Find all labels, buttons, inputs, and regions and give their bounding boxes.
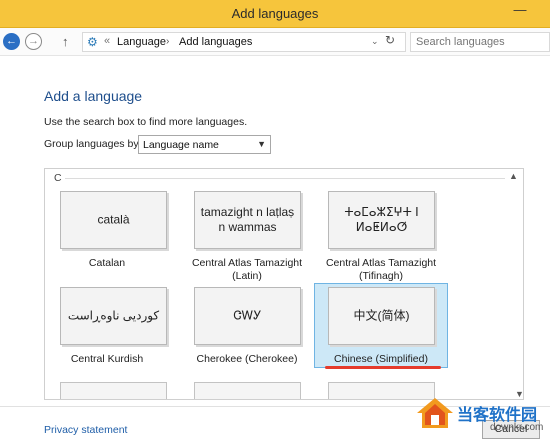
language-tile-partial[interactable] (60, 382, 167, 399)
address-bar: ← → ↑ ⚙ « Language › Add languages ⌄ ↻ (0, 28, 550, 56)
minimize-button[interactable]: — (508, 2, 532, 22)
language-tile-partial[interactable] (194, 382, 301, 399)
window-title: Add languages (231, 6, 319, 21)
watermark-logo-icon (417, 398, 453, 428)
scroll-up-icon[interactable]: ▲ (509, 171, 518, 181)
native-name: tamazight n laṭlaṣ n wammas (200, 205, 295, 234)
language-tile-catalan[interactable]: català (60, 191, 167, 249)
control-panel-icon: ⚙ (87, 35, 98, 49)
group-by-value: Language name (143, 139, 219, 151)
up-button[interactable]: ↑ (62, 34, 69, 49)
language-name: Cherokee (Cherokee) (196, 353, 298, 365)
instruction-text: Use the search box to find more language… (44, 116, 248, 128)
search-input[interactable] (411, 33, 531, 51)
annotation-underline (325, 366, 441, 369)
language-tile-central-kurdish[interactable]: کوردیی ناوەڕاست (60, 287, 167, 345)
page-title: Add a language (44, 88, 143, 104)
scrollbar[interactable] (523, 169, 524, 400)
native-name: català (97, 212, 130, 227)
native-name: ᏣᎳᎩ (233, 308, 262, 323)
breadcrumb-language[interactable]: Language (117, 36, 166, 48)
back-button[interactable]: ← (3, 33, 20, 50)
search-box[interactable] (410, 32, 550, 52)
scroll-down-icon[interactable]: ▼ (515, 389, 523, 399)
watermark-url: downkr.com (490, 422, 544, 433)
language-tile-chinese-simplified[interactable]: 中文(简体) (328, 287, 435, 345)
native-name: کوردیی ناوەڕاست (67, 308, 160, 323)
breadcrumb-overflow[interactable]: « (104, 35, 110, 47)
breadcrumb-add-languages[interactable]: Add languages (179, 36, 252, 48)
language-tile-cherokee[interactable]: ᏣᎳᎩ (194, 287, 301, 345)
group-by-label: Group languages by: (44, 138, 142, 150)
chevron-down-icon: ▼ (257, 139, 266, 149)
language-name: Central Atlas Tamazight (Tifinagh) (325, 257, 437, 282)
language-name: Chinese (Simplified) (334, 353, 428, 365)
language-name: Central Atlas Tamazight (Latin) (191, 257, 303, 282)
section-divider (65, 178, 505, 179)
chevron-right-icon[interactable]: › (166, 36, 169, 47)
native-name: ⵜⴰⵎⴰⵣⵉⵖⵜ ⵏ ⵍⴰⵟⵍⴰⵚ (344, 205, 419, 234)
refresh-button[interactable]: ↻ (385, 33, 395, 47)
forward-button[interactable]: → (25, 33, 42, 50)
language-tile-central-atlas-tamazight-tifinagh[interactable]: ⵜⴰⵎⴰⵣⵉⵖⵜ ⵏ ⵍⴰⵟⵍⴰⵚ (328, 191, 435, 249)
title-bar: Add languages — (0, 0, 550, 28)
native-name: 中文(简体) (353, 308, 410, 323)
language-name: Catalan (88, 257, 126, 269)
language-list[interactable]: C ▲ ▼ català Catalan tamazight n laṭlaṣ … (44, 168, 524, 400)
group-by-select[interactable]: Language name ▼ (138, 135, 271, 154)
chevron-down-icon[interactable]: ⌄ (371, 36, 379, 47)
language-name: Central Kurdish (70, 353, 144, 365)
language-tile-central-atlas-tamazight-latin[interactable]: tamazight n laṭlaṣ n wammas (194, 191, 301, 249)
section-letter: C (54, 172, 62, 184)
privacy-statement-link[interactable]: Privacy statement (44, 424, 127, 436)
breadcrumb[interactable]: ⚙ « Language › Add languages ⌄ (82, 32, 406, 52)
